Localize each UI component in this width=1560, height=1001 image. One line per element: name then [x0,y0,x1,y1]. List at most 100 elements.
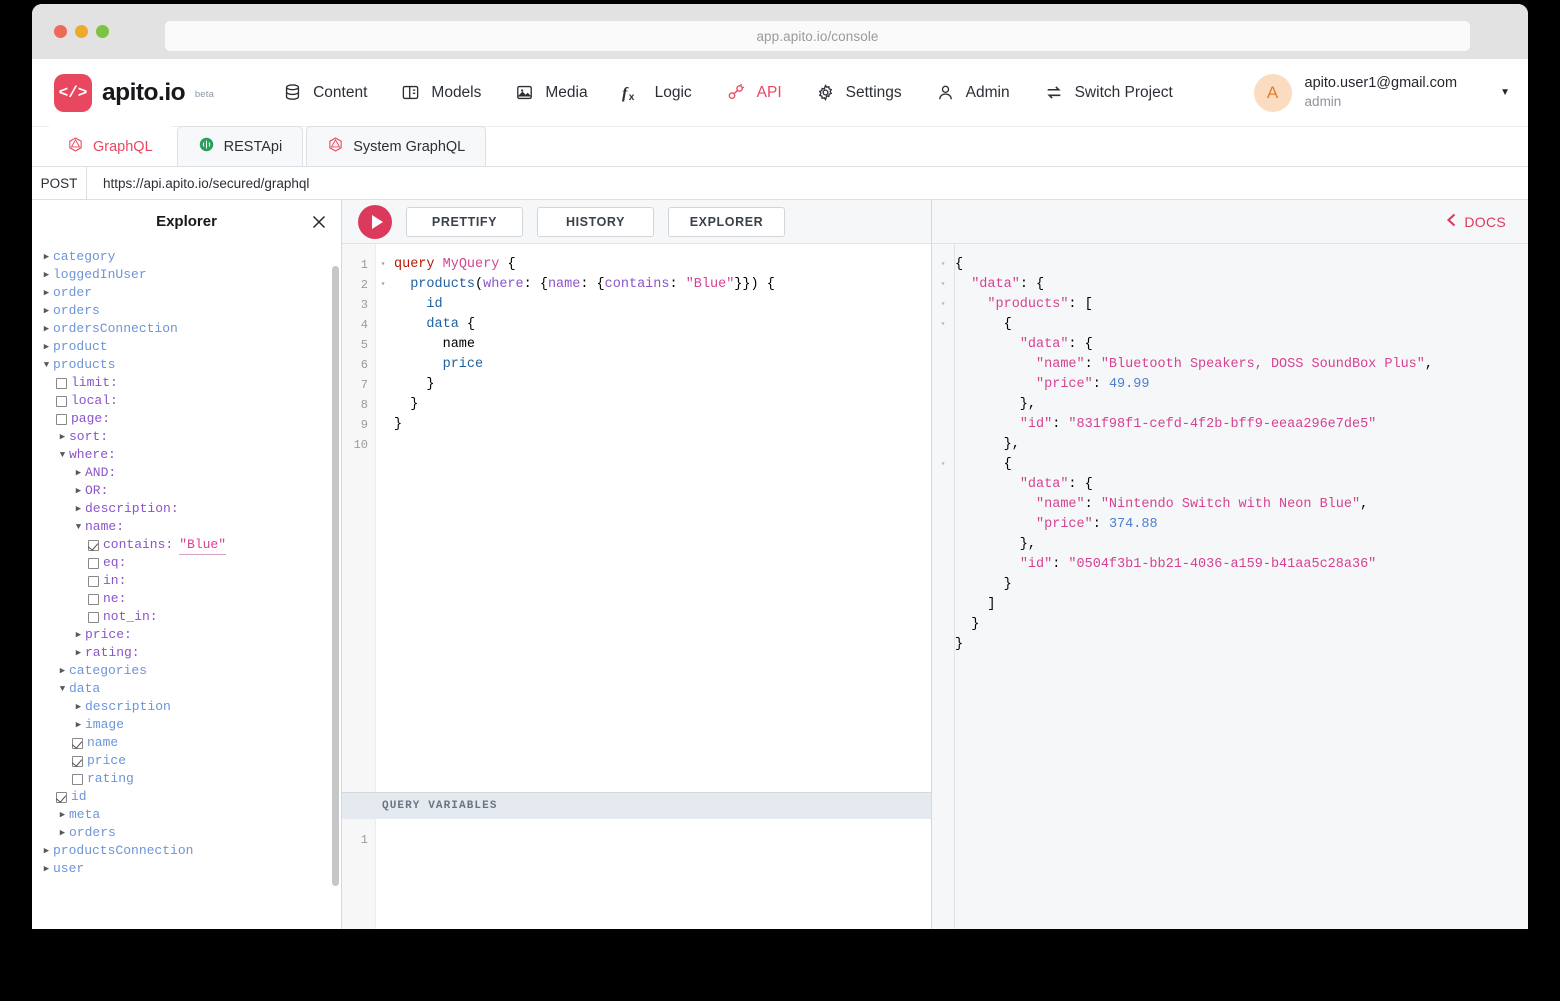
chevron-right-icon[interactable]: ▶ [56,824,69,842]
explorer-item-label[interactable]: id [71,788,87,806]
query-code[interactable]: query MyQuery { products(where: {name: {… [390,244,931,792]
chevron-down-icon[interactable]: ▼ [40,356,53,374]
chevron-right-icon[interactable]: ▶ [40,842,53,860]
query-variables-editor[interactable]: 1 [342,819,931,929]
explorer-item-label[interactable]: page: [71,410,110,428]
explorer-item-label[interactable]: OR: [85,482,108,500]
checkbox-unchecked[interactable] [56,413,67,425]
chevron-right-icon[interactable]: ▶ [56,428,69,446]
explorer-tree-item[interactable]: ▶ ordersConnection [40,320,341,338]
explorer-item-label[interactable]: ordersConnection [53,320,178,338]
explorer-item-label[interactable]: description [85,698,171,716]
chevron-right-icon[interactable]: ▶ [40,284,53,302]
explorer-tree-item[interactable]: ▶ product [40,338,341,356]
explorer-item-label[interactable]: where: [69,446,116,464]
nav-item-switch-project[interactable]: Switch Project [1044,83,1173,102]
explorer-item-label[interactable]: orders [53,302,100,320]
explorer-item-label[interactable]: orders [69,824,116,842]
explorer-item-label[interactable]: loggedInUser [53,266,147,284]
fold-toggle-icon[interactable]: ▾ [932,455,954,475]
chevron-right-icon[interactable]: ▶ [72,500,85,518]
chevron-right-icon[interactable]: ▶ [72,626,85,644]
explorer-tree-item[interactable]: ▶ order [40,284,341,302]
explorer-item-label[interactable]: rating: [85,644,140,662]
nav-item-api[interactable]: API [726,83,782,102]
fold-toggle-icon[interactable]: ▾ [932,295,954,315]
apito-logo[interactable]: </> apito.io beta [54,73,214,112]
minimize-window-button[interactable] [75,25,88,38]
checkbox-unchecked[interactable] [88,575,99,587]
chevron-right-icon[interactable]: ▶ [40,266,53,284]
explorer-item-label[interactable]: not_in: [103,608,158,626]
nav-item-logic[interactable]: f x Logic [622,83,692,103]
explorer-item-label[interactable]: ne: [103,590,126,608]
explorer-item-label[interactable]: data [69,680,100,698]
explorer-item-label[interactable]: description: [85,500,179,518]
nav-item-media[interactable]: Media [515,83,588,102]
close-window-button[interactable] [54,25,67,38]
explorer-tree-item[interactable]: ▶ category [40,248,341,266]
explorer-item-label[interactable]: limit: [71,374,118,392]
nav-item-models[interactable]: Models [401,83,481,102]
response-body[interactable]: ▾ ▾ ▾ ▾ ▾ { "data": { "products": [ { "data"… [932,244,1528,929]
explorer-toggle-button[interactable]: EXPLORER [668,206,785,237]
browser-url-bar[interactable]: app.apito.io/console [165,21,1470,51]
chevron-right-icon[interactable]: ▶ [40,338,53,356]
query-fold-markers[interactable]: ▾ ▾ [376,244,390,792]
explorer-tree[interactable]: ▶ category ▶ loggedInUser ▶ order ▶ orders ▶ orde… [32,244,341,929]
explorer-tree-item[interactable]: rating [40,770,341,788]
explorer-tree-item[interactable]: ▼ products [40,356,341,374]
explorer-tree-item[interactable]: page: [40,410,341,428]
explorer-item-label[interactable]: categories [69,662,147,680]
query-variables-content[interactable] [390,819,931,929]
chevron-right-icon[interactable]: ▶ [72,464,85,482]
explorer-item-label[interactable]: user [53,860,84,878]
explorer-tree-item[interactable]: ▶ description [40,698,341,716]
fold-toggle-icon[interactable]: ▾ [376,255,390,275]
explorer-tree-item[interactable]: eq: [40,554,341,572]
explorer-tree-item[interactable]: ▼ where: [40,446,341,464]
explorer-tree-item[interactable]: ▶ OR: [40,482,341,500]
checkbox-checked[interactable] [88,539,99,551]
docs-button[interactable]: DOCS [1446,213,1506,230]
fold-toggle-icon[interactable]: ▾ [932,255,954,275]
explorer-tree-item[interactable]: ▼ data [40,680,341,698]
checkbox-unchecked[interactable] [72,773,83,785]
explorer-item-label[interactable]: eq: [103,554,126,572]
explorer-tree-item[interactable]: name [40,734,341,752]
nav-item-admin[interactable]: Admin [936,83,1010,102]
chevron-down-icon[interactable]: ▼ [56,446,69,464]
chevron-right-icon[interactable]: ▶ [72,698,85,716]
explorer-tree-item[interactable]: ▶ description: [40,500,341,518]
maximize-window-button[interactable] [96,25,109,38]
chevron-right-icon[interactable]: ▶ [56,662,69,680]
explorer-tree-item[interactable]: contains: "Blue" [40,536,341,555]
explorer-tree-item[interactable]: id [40,788,341,806]
history-button[interactable]: HISTORY [537,206,654,237]
explorer-tree-item[interactable]: limit: [40,374,341,392]
chevron-down-icon[interactable]: ▼ [1500,87,1510,98]
explorer-tree-item[interactable]: ▶ price: [40,626,341,644]
explorer-item-label[interactable]: local: [71,392,118,410]
explorer-item-label[interactable]: meta [69,806,100,824]
chevron-right-icon[interactable]: ▶ [40,860,53,878]
explorer-tree-item[interactable]: ▶ orders [40,824,341,842]
tab-graphql[interactable]: GraphQL [46,126,174,166]
checkbox-unchecked[interactable] [88,593,99,605]
chevron-right-icon[interactable]: ▶ [72,644,85,662]
explorer-tree-item[interactable]: not_in: [40,608,341,626]
checkbox-unchecked[interactable] [88,557,99,569]
chevron-right-icon[interactable]: ▶ [40,320,53,338]
fold-toggle-icon[interactable]: ▾ [376,275,390,295]
http-method[interactable]: POST [32,166,87,200]
explorer-arg-value[interactable]: "Blue" [179,536,227,555]
explorer-tree-item[interactable]: ne: [40,590,341,608]
chevron-right-icon[interactable]: ▶ [72,482,85,500]
explorer-item-label[interactable]: products [53,356,115,374]
tab-restapi[interactable]: RESTApi [176,126,304,166]
checkbox-unchecked[interactable] [88,611,99,623]
explorer-tree-item[interactable]: ▶ AND: [40,464,341,482]
explorer-tree-item[interactable]: price [40,752,341,770]
window-controls[interactable] [54,25,109,38]
nav-item-content[interactable]: Content [283,83,367,102]
